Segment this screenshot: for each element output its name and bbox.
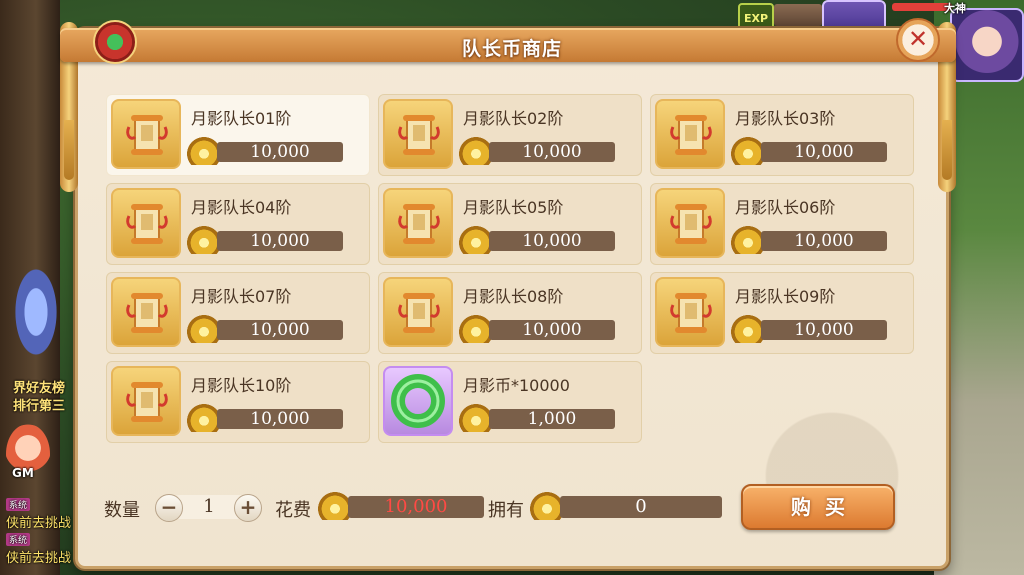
- character-sprite: [4, 268, 68, 378]
- scroll-icon: [670, 204, 712, 244]
- item-price: 10,000: [489, 231, 615, 251]
- scroll-item-icon: [655, 188, 725, 258]
- item-name: 月影币*10000: [463, 376, 570, 395]
- item-price: 10,000: [761, 320, 887, 340]
- cost-value: 10,000: [348, 496, 484, 518]
- scroll-icon: [126, 115, 168, 155]
- chat-line[interactable]: 系统 侠前去挑战: [6, 532, 71, 566]
- item-price: 10,000: [217, 409, 343, 429]
- shop-item[interactable]: 月影队长02阶 10,000: [378, 94, 642, 176]
- shop-title: 队长币商店: [461, 38, 562, 60]
- shop-item[interactable]: 月影队长10阶 10,000: [106, 361, 370, 443]
- coin-icon: [731, 315, 765, 343]
- buy-button[interactable]: 购买: [741, 484, 895, 530]
- tassel-left: [64, 120, 74, 180]
- scroll-item-icon: [383, 277, 453, 347]
- scroll-item-icon: [383, 99, 453, 169]
- coin-icon: [731, 226, 765, 254]
- scroll-item-icon: [655, 277, 725, 347]
- scroll-item-icon: [111, 277, 181, 347]
- close-button[interactable]: ✕: [896, 18, 940, 62]
- chat-line[interactable]: 系统 侠前去挑战: [6, 497, 71, 531]
- item-price: 10,000: [761, 142, 887, 162]
- coin-icon: [318, 492, 352, 520]
- cost-label: 花费: [275, 500, 311, 521]
- scroll-icon: [398, 293, 440, 333]
- hp-bar: [892, 3, 952, 11]
- chat-tag: 系统: [6, 498, 31, 511]
- rank-line-2: 排行第三: [12, 399, 65, 414]
- scroll-item-icon: [111, 366, 181, 436]
- shop-item[interactable]: 月影队长06阶 10,000: [650, 183, 914, 265]
- tassel-right: [942, 120, 952, 180]
- coin-icon: [731, 137, 765, 165]
- shop-item[interactable]: 月影队长03阶 10,000: [650, 94, 914, 176]
- shop-item[interactable]: 月影队长01阶 10,000: [106, 94, 370, 176]
- item-name: 月影队长09阶: [735, 287, 836, 306]
- item-name: 月影队长02阶: [463, 109, 564, 128]
- shop-item[interactable]: 月影队长04阶 10,000: [106, 183, 370, 265]
- player-name: 大神: [944, 2, 966, 15]
- coin-icon: [459, 137, 493, 165]
- item-name: 月影队长08阶: [463, 287, 564, 306]
- item-name: 月影队长06阶: [735, 198, 836, 217]
- scroll-icon: [670, 115, 712, 155]
- coin-icon: [530, 492, 564, 520]
- item-price: 10,000: [761, 231, 887, 251]
- scroll-icon: [398, 204, 440, 244]
- scroll-item-icon: [111, 99, 181, 169]
- chat-text: 侠前去挑战: [6, 551, 72, 566]
- scroll-icon: [670, 293, 712, 333]
- item-name: 月影队长04阶: [191, 198, 292, 217]
- coin-icon: [459, 404, 493, 432]
- jade-ring-icon: [391, 374, 445, 428]
- item-price: 10,000: [489, 142, 615, 162]
- owned-value: 0: [560, 496, 722, 518]
- gm-label: GM: [12, 466, 34, 480]
- scroll-icon: [398, 115, 440, 155]
- scroll-item-icon: [655, 99, 725, 169]
- shop-item[interactable]: 月影币*10000 1,000: [378, 361, 642, 443]
- scroll-icon: [126, 204, 168, 244]
- scroll-item-icon: [111, 188, 181, 258]
- item-price: 10,000: [217, 231, 343, 251]
- increase-quantity-button[interactable]: +: [234, 494, 262, 522]
- owned-label: 拥有: [488, 500, 524, 521]
- scroll-item-icon: [383, 188, 453, 258]
- coin-icon: [459, 226, 493, 254]
- shop-item[interactable]: 月影队长05阶 10,000: [378, 183, 642, 265]
- item-price: 10,000: [489, 320, 615, 340]
- coin-icon: [459, 315, 493, 343]
- coin-icon: [187, 226, 221, 254]
- item-price: 10,000: [217, 320, 343, 340]
- shop-item[interactable]: 月影队长09阶 10,000: [650, 272, 914, 354]
- jade-coin-icon: [383, 366, 453, 436]
- item-name: 月影队长03阶: [735, 109, 836, 128]
- scroll-icon: [126, 293, 168, 333]
- shop-item[interactable]: 月影队长08阶 10,000: [378, 272, 642, 354]
- chat-tag: 系统: [6, 533, 31, 546]
- item-name: 月影队长10阶: [191, 376, 292, 395]
- coin-icon: [187, 315, 221, 343]
- quantity-label: 数量: [104, 500, 140, 521]
- friend-rank-banner[interactable]: 界好友榜 排行第三: [0, 380, 78, 416]
- coin-icon: [187, 404, 221, 432]
- exp-bar: [774, 4, 822, 26]
- item-price: 10,000: [217, 142, 343, 162]
- chat-text: 侠前去挑战: [6, 516, 72, 531]
- rank-line-1: 界好友榜: [12, 381, 65, 396]
- coin-icon: [187, 137, 221, 165]
- item-name: 月影队长05阶: [463, 198, 564, 217]
- item-price: 1,000: [489, 409, 615, 429]
- item-name: 月影队长07阶: [191, 287, 292, 306]
- scroll-icon: [126, 382, 168, 422]
- item-name: 月影队长01阶: [191, 109, 292, 128]
- shop-item[interactable]: 月影队长07阶 10,000: [106, 272, 370, 354]
